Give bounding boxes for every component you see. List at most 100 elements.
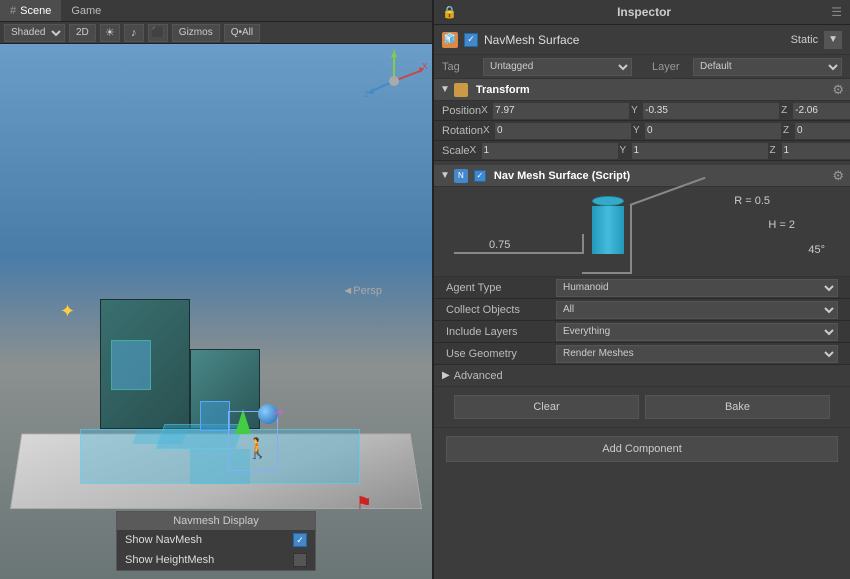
x-letter: X bbox=[481, 105, 493, 116]
scale-z-input[interactable] bbox=[782, 143, 850, 159]
rotation-z-field: Z bbox=[783, 123, 850, 139]
val-075-label: 0.75 bbox=[489, 239, 510, 251]
add-component-button[interactable]: Add Component bbox=[446, 436, 838, 462]
transform-gear-icon[interactable]: ⚙ bbox=[832, 82, 844, 98]
navmesh-script-header[interactable]: ▼ N ✓ Nav Mesh Surface (Script) ⚙ bbox=[434, 165, 850, 187]
agent-type-dropdown[interactable]: Humanoid bbox=[556, 279, 838, 297]
position-x-input[interactable] bbox=[493, 103, 629, 119]
rotation-label: Rotation bbox=[442, 125, 483, 137]
transform-icon bbox=[454, 83, 468, 97]
shading-dropdown[interactable]: Shaded bbox=[4, 24, 65, 42]
scale-z-field: Z bbox=[770, 143, 850, 159]
scale-y-input[interactable] bbox=[632, 143, 768, 159]
tab-scene[interactable]: # Scene bbox=[0, 0, 61, 21]
tab-game[interactable]: Game bbox=[61, 0, 111, 21]
layer-dropdown[interactable]: Default bbox=[693, 58, 842, 76]
mode-2d-btn[interactable]: 2D bbox=[69, 24, 96, 42]
rotation-row: Rotation X Y Z bbox=[434, 121, 850, 141]
navmesh-script-title: Nav Mesh Surface (Script) bbox=[494, 170, 828, 182]
transform-collapse-arrow: ▼ bbox=[440, 84, 450, 95]
position-z-input[interactable] bbox=[793, 103, 850, 119]
use-geometry-dropdown[interactable]: Render Meshes bbox=[556, 345, 838, 363]
collect-objects-dropdown[interactable]: All bbox=[556, 301, 838, 319]
inspector-panel: 🔒 Inspector ☰ 🧊 ✓ NavMesh Surface Static… bbox=[434, 0, 850, 579]
persp-label: ◄Persp bbox=[342, 285, 382, 297]
rotation-y-input[interactable] bbox=[645, 123, 781, 139]
navmesh-popup-title: Navmesh Display bbox=[117, 512, 315, 530]
scale-row: Scale X Y Z bbox=[434, 141, 850, 161]
h-label: H = 2 bbox=[768, 219, 795, 231]
sun-icon: ✦ bbox=[60, 301, 75, 322]
include-layers-row: Include Layers Everything bbox=[434, 321, 850, 343]
light-icon[interactable]: ☀ bbox=[100, 24, 120, 42]
svg-text:Y: Y bbox=[392, 49, 398, 55]
bake-button[interactable]: Bake bbox=[645, 395, 830, 419]
scale-xyz: X Y Z bbox=[470, 143, 850, 159]
navmesh-active-checkbox[interactable]: ✓ bbox=[474, 170, 486, 182]
sz-letter: Z bbox=[770, 145, 782, 156]
agent-cylinder bbox=[592, 196, 624, 254]
gameobj-icon: 🧊 bbox=[442, 32, 458, 48]
static-dropdown-btn[interactable]: ▼ bbox=[824, 31, 842, 49]
angle-label: 45° bbox=[808, 244, 825, 256]
gizmos-btn[interactable]: Gizmos bbox=[172, 24, 220, 42]
show-heightmesh-checkbox[interactable] bbox=[293, 553, 307, 567]
layer-label: Layer bbox=[652, 61, 687, 73]
advanced-label: Advanced bbox=[454, 370, 503, 382]
tag-label: Tag bbox=[442, 61, 477, 73]
position-y-input[interactable] bbox=[643, 103, 779, 119]
navmesh-script-icon: N bbox=[454, 169, 468, 183]
position-row: Position X Y Z bbox=[434, 101, 850, 121]
show-navmesh-label: Show NavMesh bbox=[125, 534, 202, 546]
ry-letter: Y bbox=[633, 125, 645, 136]
rotation-x-input[interactable] bbox=[495, 123, 631, 139]
show-heightmesh-row: Show HeightMesh bbox=[117, 550, 315, 570]
effects-icon[interactable]: ⬛ bbox=[148, 24, 168, 42]
inspector-menu-icon[interactable]: ☰ bbox=[831, 5, 842, 19]
wall-geometry bbox=[100, 299, 190, 429]
inspector-title: Inspector bbox=[463, 5, 825, 19]
position-xyz: X Y Z bbox=[481, 103, 850, 119]
rx-letter: X bbox=[483, 125, 495, 136]
scene-tab-label: Scene bbox=[20, 5, 51, 17]
scale-y-field: Y bbox=[620, 143, 768, 159]
tag-dropdown[interactable]: Untagged bbox=[483, 58, 632, 76]
audio-icon[interactable]: ♪ bbox=[124, 24, 144, 42]
advanced-row[interactable]: ▶ Advanced bbox=[434, 365, 850, 387]
navmesh-diagram: 0.75 R = 0.5 H = 2 45° bbox=[434, 187, 850, 277]
gameobj-row: 🧊 ✓ NavMesh Surface Static ▼ bbox=[434, 25, 850, 55]
scale-x-field: X bbox=[470, 143, 618, 159]
include-layers-dropdown[interactable]: Everything bbox=[556, 323, 838, 341]
transform-title: Transform bbox=[476, 84, 828, 96]
gameobj-active-checkbox[interactable]: ✓ bbox=[464, 33, 478, 47]
tag-layer-row: Tag Untagged Layer Default bbox=[434, 55, 850, 79]
show-heightmesh-label: Show HeightMesh bbox=[125, 554, 214, 566]
svg-text:Z: Z bbox=[364, 90, 369, 99]
rz-letter: Z bbox=[783, 125, 795, 136]
navmesh-collapse-arrow: ▼ bbox=[440, 170, 450, 181]
rotation-z-input[interactable] bbox=[795, 123, 850, 139]
search-btn[interactable]: Q•All bbox=[224, 24, 260, 42]
scale-label: Scale bbox=[442, 145, 470, 157]
gameobj-name: NavMesh Surface bbox=[484, 33, 785, 47]
use-geometry-row: Use Geometry Render Meshes bbox=[434, 343, 850, 365]
scene-toolbar: Shaded 2D ☀ ♪ ⬛ Gizmos Q•All bbox=[0, 22, 432, 44]
rotation-y-field: Y bbox=[633, 123, 781, 139]
navmesh-gear-icon[interactable]: ⚙ bbox=[832, 168, 844, 184]
view-tabs: # Scene Game bbox=[0, 0, 432, 22]
include-layers-label: Include Layers bbox=[446, 326, 556, 338]
wall-opening bbox=[111, 340, 151, 390]
scale-x-input[interactable] bbox=[482, 143, 618, 159]
show-navmesh-checkbox[interactable]: ✓ bbox=[293, 533, 307, 547]
position-x-field: X bbox=[481, 103, 629, 119]
inspector-header: 🔒 Inspector ☰ bbox=[434, 0, 850, 25]
collect-objects-label: Collect Objects bbox=[446, 304, 556, 316]
lock-icon: 🔒 bbox=[442, 5, 457, 19]
agent-type-label: Agent Type bbox=[446, 282, 556, 294]
advanced-arrow: ▶ bbox=[442, 370, 450, 381]
rotation-x-field: X bbox=[483, 123, 631, 139]
rotation-xyz: X Y Z bbox=[483, 123, 850, 139]
clear-button[interactable]: Clear bbox=[454, 395, 639, 419]
scene-viewport[interactable]: 🚶 ↗ ⚑ ✦ ◄Persp bbox=[0, 44, 432, 579]
transform-header[interactable]: ▼ Transform ⚙ bbox=[434, 79, 850, 101]
